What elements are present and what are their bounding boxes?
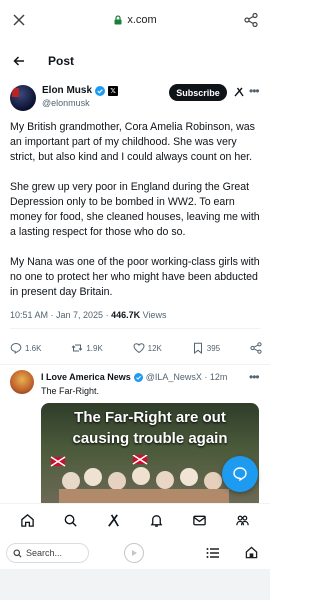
share-icon	[250, 342, 262, 354]
reply-header: I Love America News @ILA_NewsX · 12m	[41, 372, 227, 382]
author-name-row[interactable]: Elon Musk 𝕏	[42, 85, 119, 96]
reply-author-handle: @ILA_NewsX · 12m	[145, 372, 228, 382]
system-bar-area	[0, 569, 270, 600]
author-row: Elon Musk 𝕏 @elonmusk Subscribe •••	[0, 82, 270, 114]
verified-badge-icon	[133, 372, 143, 382]
tabs-list-icon[interactable]	[206, 546, 220, 564]
communities-icon[interactable]	[232, 510, 254, 532]
heart-icon	[133, 343, 145, 354]
search-icon[interactable]	[60, 510, 82, 532]
arrow-left-icon[interactable]	[8, 50, 30, 72]
mail-icon[interactable]	[189, 510, 211, 532]
reply-button[interactable]: 1.6K	[10, 342, 41, 354]
grok-icon[interactable]	[103, 510, 125, 532]
reply-count: 1.6K	[25, 343, 42, 353]
play-icon[interactable]	[124, 543, 144, 563]
views-label: Views	[140, 310, 167, 320]
bookmark-count: 395	[206, 343, 221, 353]
bottom-navigation	[0, 503, 270, 537]
subscribe-button[interactable]: Subscribe	[169, 84, 227, 101]
reply-media-image[interactable]: The Far-Right are out causing trouble ag…	[41, 403, 259, 503]
like-button[interactable]: 12K	[133, 342, 162, 354]
more-options-icon[interactable]: •••	[249, 370, 260, 384]
share-icon[interactable]	[240, 9, 262, 31]
lock-icon	[114, 15, 122, 25]
compose-button[interactable]	[222, 456, 258, 492]
reply-text: The Far-Right.	[41, 386, 100, 396]
browser-bottom-bar: Search...	[0, 537, 270, 569]
views-count: 446.7K	[111, 310, 141, 320]
tweet-paragraph: My Nana was one of the poor working-clas…	[10, 256, 260, 298]
search-placeholder: Search...	[26, 548, 63, 558]
image-caption-line: The Far-Right are out	[74, 409, 226, 426]
x-affiliate-icon: 𝕏	[108, 85, 119, 96]
reply-author-name[interactable]: I Love America News	[41, 372, 131, 382]
tweet-paragraph: My British grandmother, Cora Amelia Robi…	[10, 121, 255, 163]
more-options-icon[interactable]: •••	[249, 84, 260, 98]
like-count: 12K	[147, 343, 162, 353]
reply-icon	[10, 342, 22, 354]
verified-badge-icon	[95, 85, 106, 96]
bell-icon[interactable]	[146, 510, 168, 532]
search-icon	[13, 548, 22, 558]
author-name: Elon Musk	[42, 85, 93, 96]
url-bar[interactable]: x.com	[113, 14, 157, 26]
image-caption-line: causing trouble again	[72, 430, 228, 447]
close-icon[interactable]	[8, 9, 30, 31]
repost-icon	[71, 344, 83, 352]
repost-button[interactable]: 1.9K	[71, 342, 103, 354]
author-handle: @elonmusk	[42, 98, 90, 108]
url-text: x.com	[127, 14, 157, 26]
browser-search-input[interactable]: Search...	[6, 543, 89, 563]
page-title: Post	[48, 54, 75, 68]
post-header: Post	[0, 46, 270, 76]
bookmark-button[interactable]: 395	[192, 342, 220, 354]
grok-icon[interactable]	[233, 86, 245, 98]
home-icon[interactable]	[17, 510, 39, 532]
tweet-metadata: 10:51 AM · Jan 7, 2025 · 446.7K Views	[10, 310, 166, 320]
tweet-actions: 1.6K 1.9K 12K 395	[10, 339, 262, 357]
tweet-paragraph: She grew up very poor in England during …	[10, 181, 260, 238]
repost-count: 1.9K	[86, 343, 103, 353]
browser-top-bar: x.com	[0, 0, 270, 40]
tweet-text: My British grandmother, Cora Amelia Robi…	[10, 120, 262, 315]
chat-bubble-icon	[233, 467, 247, 482]
reply-avatar[interactable]	[10, 370, 34, 394]
bookmark-icon	[193, 342, 202, 354]
avatar[interactable]	[10, 85, 36, 111]
divider	[10, 328, 260, 329]
share-post-button[interactable]	[250, 342, 262, 354]
divider	[0, 364, 270, 365]
tweet-timestamp[interactable]: 10:51 AM · Jan 7, 2025 ·	[10, 310, 111, 320]
browser-home-icon[interactable]	[245, 546, 258, 564]
